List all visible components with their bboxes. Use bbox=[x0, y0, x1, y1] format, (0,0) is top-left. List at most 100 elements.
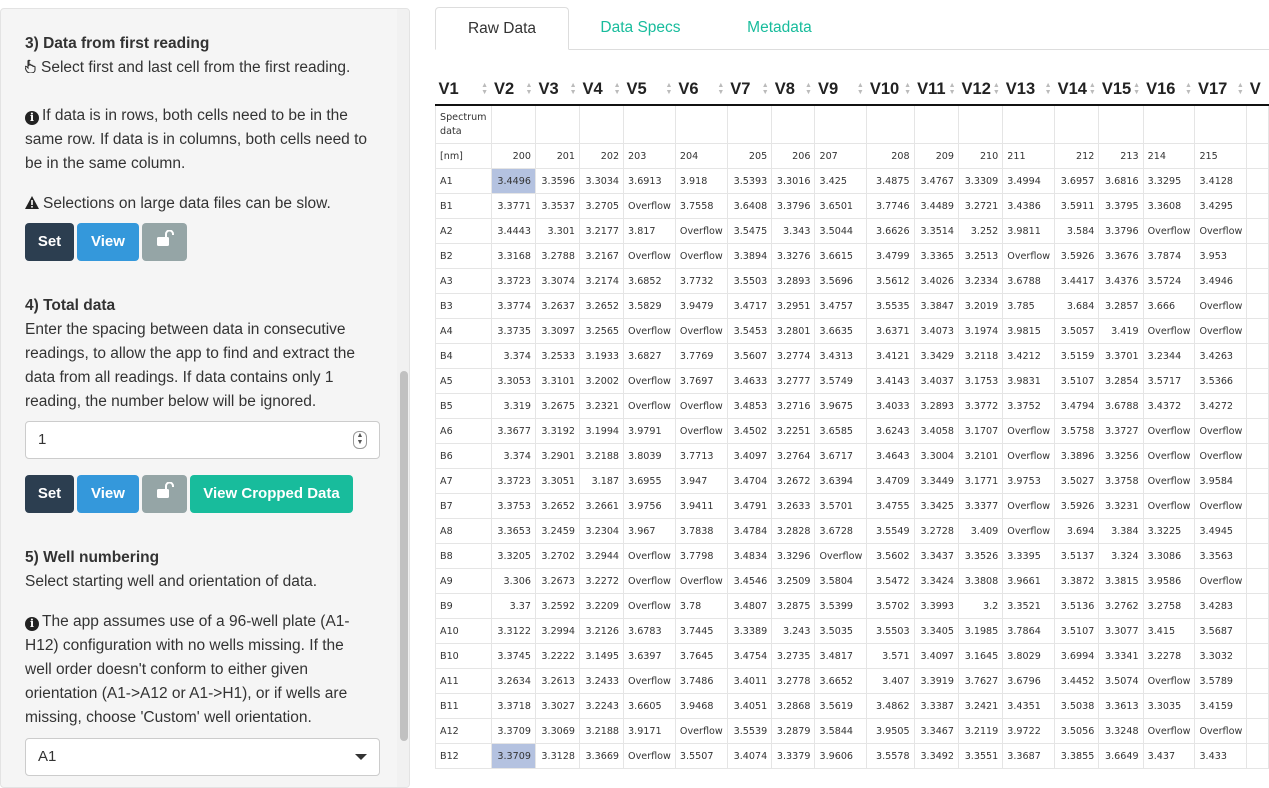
table-cell[interactable]: 209 bbox=[913, 143, 960, 169]
table-cell[interactable]: 212 bbox=[1054, 143, 1100, 169]
table-cell[interactable]: 3.2126 bbox=[578, 618, 625, 644]
table-cell[interactable]: 3.6827 bbox=[623, 343, 676, 369]
table-cell[interactable]: Overflow bbox=[623, 668, 676, 694]
table-cell[interactable]: 3.6957 bbox=[1054, 168, 1100, 194]
table-cell[interactable]: 3.5044 bbox=[814, 218, 868, 244]
table-cell[interactable]: 3.4834 bbox=[726, 543, 773, 569]
table-cell[interactable]: 3.2637 bbox=[534, 293, 581, 319]
table-cell[interactable]: 3.9811 bbox=[1002, 218, 1056, 244]
table-cell[interactable] bbox=[866, 104, 915, 144]
table-cell[interactable]: Spectrum data bbox=[435, 104, 492, 144]
table-cell[interactable]: 3.2 bbox=[958, 593, 1004, 619]
table-cell[interactable]: B8 bbox=[435, 543, 492, 569]
table-cell[interactable]: 3.319 bbox=[490, 393, 536, 419]
table-cell[interactable]: 3.5844 bbox=[814, 718, 868, 744]
sort-icon[interactable]: ▲ ▼ bbox=[762, 82, 769, 96]
table-cell[interactable]: A9 bbox=[435, 568, 492, 594]
table-cell[interactable]: 3.3205 bbox=[490, 543, 536, 569]
table-cell[interactable]: 3.4026 bbox=[913, 268, 960, 294]
table-cell[interactable]: 3.3796 bbox=[1098, 218, 1144, 244]
table-cell[interactable]: 3.6788 bbox=[1002, 268, 1056, 294]
table-cell[interactable]: 3.2901 bbox=[534, 443, 581, 469]
table-cell[interactable]: 3.3424 bbox=[913, 568, 960, 594]
table-cell[interactable]: 3.1495 bbox=[578, 643, 625, 669]
table-cell[interactable] bbox=[1246, 343, 1269, 369]
column-header-v15[interactable]: V15 ▲ ▼ bbox=[1098, 74, 1144, 106]
table-cell[interactable]: B3 bbox=[435, 293, 492, 319]
table-cell[interactable]: 3.3035 bbox=[1142, 693, 1196, 719]
sort-icon[interactable]: ▲ ▼ bbox=[665, 82, 672, 96]
table-cell[interactable]: 3.684 bbox=[1054, 293, 1100, 319]
column-header-v9[interactable]: V9 ▲ ▼ bbox=[814, 74, 867, 106]
spacing-number-input[interactable]: 1 ▲ ▼ bbox=[25, 421, 380, 459]
table-cell[interactable]: 3.9479 bbox=[674, 293, 728, 319]
column-header-v2[interactable]: V2 ▲ ▼ bbox=[491, 74, 536, 106]
table-cell[interactable]: 3.4212 bbox=[1002, 343, 1056, 369]
table-cell[interactable]: 3.4037 bbox=[913, 368, 960, 394]
table-cell[interactable]: Overflow bbox=[1194, 418, 1248, 444]
table-cell[interactable]: 3.4272 bbox=[1194, 393, 1248, 419]
table-cell[interactable] bbox=[1246, 293, 1269, 319]
table-cell[interactable]: 3.2592 bbox=[534, 593, 581, 619]
table-cell[interactable]: 3.3676 bbox=[1098, 243, 1144, 269]
table-cell[interactable]: 3.2101 bbox=[958, 443, 1004, 469]
table-cell[interactable]: 3.2801 bbox=[771, 318, 816, 344]
table-cell[interactable]: 3.1707 bbox=[958, 418, 1004, 444]
table-cell[interactable]: 3.5056 bbox=[1054, 718, 1100, 744]
table-cell[interactable] bbox=[1246, 643, 1269, 669]
table-cell[interactable]: 3.425 bbox=[814, 168, 868, 194]
table-cell[interactable]: 3.3514 bbox=[913, 218, 960, 244]
table-cell[interactable]: 3.1933 bbox=[578, 343, 625, 369]
table-cell[interactable]: 3.374 bbox=[490, 443, 536, 469]
sort-icon[interactable]: ▲ ▼ bbox=[614, 82, 621, 96]
sort-icon[interactable]: ▲ ▼ bbox=[1237, 82, 1244, 96]
table-cell[interactable]: 3.243 bbox=[771, 618, 816, 644]
table-cell[interactable]: 3.5607 bbox=[726, 343, 773, 369]
table-cell[interactable]: Overflow bbox=[674, 393, 728, 419]
table-cell[interactable]: 3.2661 bbox=[578, 493, 625, 519]
table-cell[interactable]: 3.3387 bbox=[913, 693, 960, 719]
table-cell[interactable]: 214 bbox=[1142, 143, 1196, 169]
table-cell[interactable]: 3.2509 bbox=[771, 568, 816, 594]
table-cell[interactable]: 3.2321 bbox=[578, 393, 625, 419]
table-cell[interactable]: B1 bbox=[435, 193, 492, 219]
table-cell[interactable]: Overflow bbox=[1002, 518, 1056, 544]
view-cropped-data-button[interactable]: View Cropped Data bbox=[190, 475, 353, 513]
table-cell[interactable]: 3.5366 bbox=[1194, 368, 1248, 394]
table-cell[interactable]: 3.4817 bbox=[814, 643, 868, 669]
table-cell[interactable]: 3.3016 bbox=[771, 168, 816, 194]
table-cell[interactable]: 3.3537 bbox=[534, 193, 581, 219]
table-cell[interactable]: 3.5507 bbox=[674, 743, 728, 769]
table-cell[interactable]: 3.2728 bbox=[913, 518, 960, 544]
table-cell[interactable]: 3.3723 bbox=[490, 468, 536, 494]
table-cell[interactable]: 3.2634 bbox=[490, 668, 536, 694]
sort-icon[interactable]: ▲ ▼ bbox=[949, 82, 956, 96]
table-cell[interactable]: 3.4502 bbox=[726, 418, 773, 444]
table-cell[interactable]: 3.2019 bbox=[958, 293, 1004, 319]
table-cell[interactable]: B9 bbox=[435, 593, 492, 619]
table-cell[interactable]: 3.415 bbox=[1142, 618, 1196, 644]
table-cell[interactable]: 3.4755 bbox=[866, 493, 915, 519]
table-cell[interactable]: 3.4443 bbox=[490, 218, 536, 244]
table-cell[interactable]: 3.2344 bbox=[1142, 343, 1196, 369]
table-cell[interactable]: B2 bbox=[435, 243, 492, 269]
table-cell[interactable]: Overflow bbox=[623, 318, 676, 344]
table-cell[interactable]: 3.1771 bbox=[958, 468, 1004, 494]
table-cell[interactable]: 3.2278 bbox=[1142, 643, 1196, 669]
table-cell[interactable]: 3.6913 bbox=[623, 168, 676, 194]
table-cell[interactable]: 3.5602 bbox=[866, 543, 915, 569]
table-cell[interactable]: 3.5399 bbox=[814, 593, 868, 619]
table-cell[interactable]: 3.4159 bbox=[1194, 693, 1248, 719]
table-cell[interactable]: 3.2533 bbox=[534, 343, 581, 369]
table-cell[interactable]: 3.3032 bbox=[1194, 643, 1248, 669]
table-cell[interactable]: 3.9753 bbox=[1002, 468, 1056, 494]
table-cell[interactable]: 3.3718 bbox=[490, 693, 536, 719]
table-cell[interactable]: 3.3122 bbox=[490, 618, 536, 644]
table-cell[interactable]: 3.2652 bbox=[578, 293, 625, 319]
table-cell[interactable]: 3.3069 bbox=[534, 718, 581, 744]
table-cell[interactable]: 3.4097 bbox=[726, 443, 773, 469]
table-cell[interactable]: 3.9815 bbox=[1002, 318, 1056, 344]
table-cell[interactable]: B6 bbox=[435, 443, 492, 469]
table-cell[interactable]: 3.5159 bbox=[1054, 343, 1100, 369]
table-cell[interactable]: 3.7732 bbox=[674, 268, 728, 294]
